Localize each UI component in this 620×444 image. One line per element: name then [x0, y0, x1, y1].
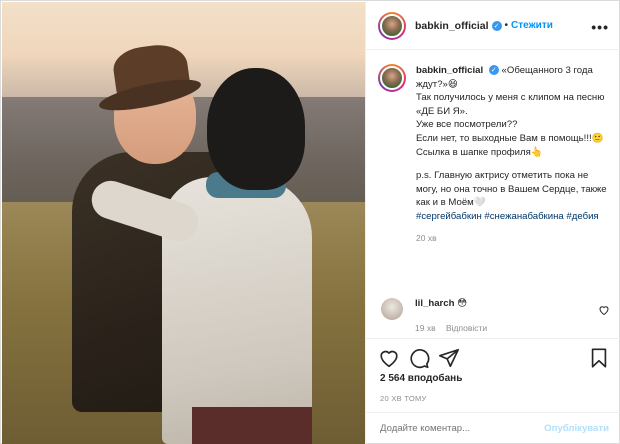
photo-woman-hair	[207, 68, 305, 190]
comment-body: lil_harch 😳 19 хв Відповісти	[415, 298, 495, 333]
caption-time: 20 хв	[416, 232, 437, 243]
post-side-panel: babkin_official ✓ • Стежити ••• babkin_o…	[365, 2, 620, 444]
author-avatar[interactable]	[378, 11, 406, 40]
post-dialog: babkin_official ✓ • Стежити ••• babkin_o…	[0, 0, 620, 444]
caption-verified-badge-icon: ✓	[488, 65, 499, 76]
caption-line-5: Ссылка в шапке профиля👆	[416, 146, 543, 158]
verified-badge-icon: ✓	[491, 20, 502, 31]
header-separator: •	[504, 20, 509, 31]
comment-line: lil_harch 😳	[415, 298, 495, 309]
comment-text: 😳	[457, 298, 468, 309]
likes-count[interactable]: 2 564 вподобань	[380, 373, 462, 384]
caption-line-2: Так получилось у меня с клипом на песню …	[416, 92, 605, 117]
photo-woman-skirt	[192, 407, 312, 444]
post-photo[interactable]	[2, 2, 365, 444]
post-header: babkin_official ✓ • Стежити •••	[366, 2, 620, 50]
author-username[interactable]: babkin_official	[415, 20, 489, 32]
comment-icon[interactable]	[408, 347, 430, 369]
add-comment-input[interactable]	[380, 423, 545, 434]
action-bar	[366, 338, 620, 378]
publish-button[interactable]: Опублікувати	[544, 423, 609, 434]
comment-time: 19 хв	[415, 323, 436, 333]
caption-line-4: Если нет, то выходные Вам в помощь!!!🙂	[416, 132, 604, 144]
comment-like-heart-icon[interactable]	[598, 304, 610, 316]
add-comment-bar: Опублікувати	[366, 412, 620, 444]
caption-text: babkin_official ✓ «Обещанного 3 года жду…	[416, 64, 610, 245]
commenter-username[interactable]: lil_harch	[415, 298, 454, 309]
send-icon[interactable]	[438, 347, 460, 369]
heart-icon[interactable]	[378, 347, 400, 369]
comment-item: lil_harch 😳 19 хв Відповісти	[378, 298, 610, 333]
posted-time: 20 ХВ ТОМУ	[380, 394, 427, 403]
comments-section[interactable]: babkin_official ✓ «Обещанного 3 года жду…	[366, 50, 620, 338]
caption-author-username[interactable]: babkin_official	[416, 65, 483, 76]
comment-meta: 19 хв Відповісти	[415, 323, 495, 333]
commenter-avatar[interactable]	[381, 298, 403, 320]
caption-hashtags[interactable]: #сергейбабкин #снежанабабкина #дебия	[416, 210, 610, 224]
caption-line-3: Уже все посмотрели??	[416, 119, 518, 131]
reply-button[interactable]: Відповісти	[446, 323, 487, 333]
post-caption: babkin_official ✓ «Обещанного 3 года жду…	[378, 64, 610, 245]
more-options-icon[interactable]: •••	[591, 19, 609, 35]
follow-button[interactable]: Стежити	[511, 20, 553, 31]
bookmark-icon[interactable]	[588, 347, 610, 369]
caption-line-6: p.s. Главную актрису отметить пока не мо…	[416, 170, 607, 209]
caption-author-avatar[interactable]	[378, 64, 406, 92]
